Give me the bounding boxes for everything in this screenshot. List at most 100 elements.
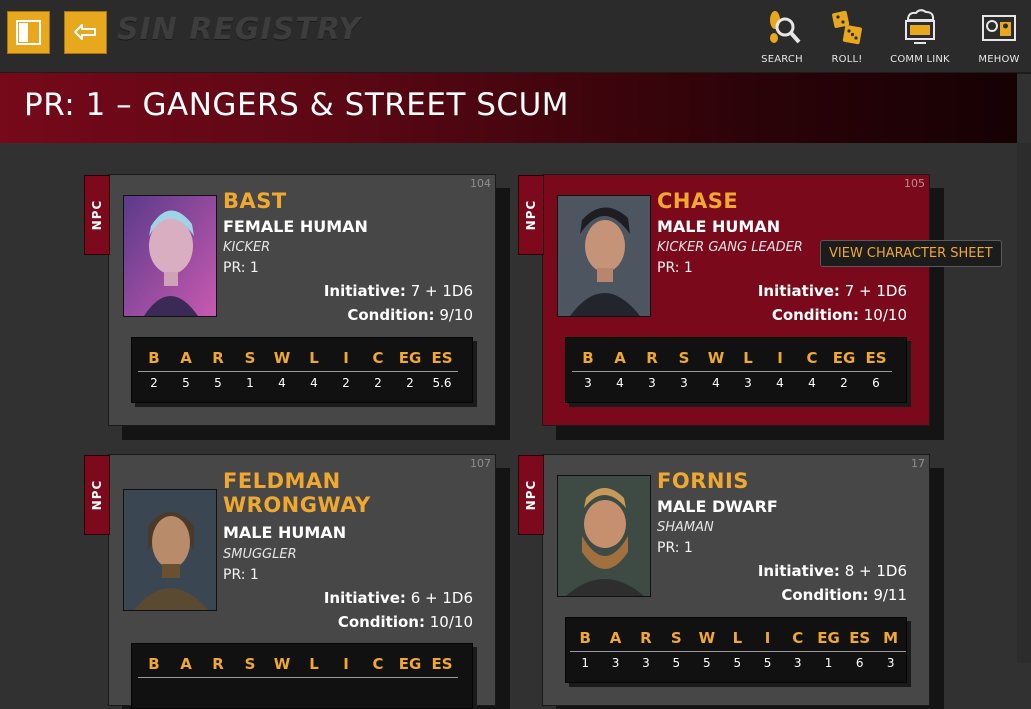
attr-value: 2 bbox=[150, 376, 158, 390]
attr-value: 4 bbox=[712, 376, 720, 390]
condition: Condition: 10/10 bbox=[771, 306, 907, 324]
nav-profile[interactable]: MEHOW bbox=[967, 8, 1031, 65]
attr-key: S bbox=[234, 345, 266, 372]
attr-value: 2 bbox=[406, 376, 414, 390]
attr-key: R bbox=[630, 625, 662, 652]
character-race: MALE HUMAN bbox=[657, 217, 781, 236]
character-name[interactable]: CHASE bbox=[657, 189, 917, 213]
attr-value: 4 bbox=[310, 376, 318, 390]
panel-icon bbox=[16, 20, 41, 45]
app-logo[interactable]: SIN REGISTRY bbox=[117, 12, 361, 47]
attr-key: B bbox=[138, 651, 170, 678]
attr-key: B bbox=[138, 345, 170, 372]
initiative: Initiative: 8 + 1D6 bbox=[757, 562, 907, 580]
portrait[interactable] bbox=[123, 195, 217, 317]
portrait[interactable] bbox=[557, 475, 651, 597]
attr-key: EG bbox=[394, 651, 426, 678]
scrollbar[interactable] bbox=[1017, 143, 1031, 663]
nav-comm-link-label: COMM LINK bbox=[890, 54, 950, 65]
condition: Condition: 10/10 bbox=[337, 613, 473, 631]
attr-key: EG bbox=[812, 625, 845, 652]
attr-key: I bbox=[764, 345, 796, 372]
attr-value: 2 bbox=[342, 376, 350, 390]
attr-key: I bbox=[330, 651, 362, 678]
comm-link-icon bbox=[905, 9, 935, 44]
attr-key: L bbox=[722, 625, 753, 652]
initiative: Initiative: 7 + 1D6 bbox=[757, 282, 907, 300]
attr-key: A bbox=[170, 651, 202, 678]
character-race: MALE DWARF bbox=[657, 497, 778, 516]
initiative: Initiative: 6 + 1D6 bbox=[323, 589, 473, 607]
npc-card[interactable]: NPC 104 BAST FEMALE HUMAN KICKER PR: 1 I… bbox=[84, 174, 496, 426]
attr-key: W bbox=[691, 625, 723, 652]
attr-key: ES bbox=[426, 651, 458, 678]
attr-value: 2 bbox=[374, 376, 382, 390]
dice-icon bbox=[832, 10, 862, 45]
attr-key: A bbox=[600, 625, 631, 652]
attr-value: 3 bbox=[744, 376, 752, 390]
portrait[interactable] bbox=[123, 489, 217, 611]
attr-key: EG bbox=[828, 345, 860, 372]
nav-search[interactable]: SEARCH bbox=[750, 8, 814, 65]
attr-key: W bbox=[266, 345, 298, 372]
initiative: Initiative: 7 + 1D6 bbox=[323, 282, 473, 300]
arrow-left-icon bbox=[74, 24, 96, 40]
condition: Condition: 9/11 bbox=[781, 586, 907, 604]
attribute-table: B A R S W L I C EG ES 2 5 5 1 4 4 2 2 2 5.6 bbox=[131, 337, 473, 403]
npc-badge: NPC bbox=[518, 455, 544, 535]
attr-key: A bbox=[604, 345, 636, 372]
attr-key: A bbox=[170, 345, 202, 372]
character-role: SHAMAN bbox=[657, 520, 714, 535]
attr-key: C bbox=[782, 625, 813, 652]
attr-key: EG bbox=[394, 345, 426, 372]
attr-value: 3 bbox=[584, 376, 592, 390]
attr-key: I bbox=[330, 345, 362, 372]
nav-profile-label: MEHOW bbox=[978, 54, 1020, 65]
character-name[interactable]: BAST bbox=[223, 189, 483, 213]
character-race: FEMALE HUMAN bbox=[223, 217, 368, 236]
character-race: MALE HUMAN bbox=[223, 523, 347, 542]
attr-key: I bbox=[752, 625, 783, 652]
character-name[interactable]: FELDMAN WRONGWAY bbox=[223, 469, 483, 517]
attr-key: ES bbox=[860, 345, 892, 372]
npc-card[interactable]: NPC 17 FORNIS MALE DWARF SHAMAN PR: 1 In… bbox=[518, 454, 930, 706]
npc-badge: NPC bbox=[84, 175, 110, 255]
sidebar-toggle-button[interactable] bbox=[7, 11, 50, 54]
attr-key: R bbox=[636, 345, 668, 372]
attr-key: W bbox=[266, 651, 298, 678]
character-name[interactable]: FORNIS bbox=[657, 469, 917, 493]
character-pr: PR: 1 bbox=[223, 567, 259, 583]
attr-value: 4 bbox=[776, 376, 784, 390]
page-title: PR: 1 – GANGERS & STREET SCUM bbox=[24, 87, 570, 123]
attr-key: S bbox=[234, 651, 266, 678]
character-pr: PR: 1 bbox=[657, 260, 693, 276]
attribute-table: B A R S W L I C EG ES bbox=[131, 643, 473, 709]
nav-search-label: SEARCH bbox=[761, 54, 803, 65]
attr-value: 3 bbox=[680, 376, 688, 390]
attr-value: 6 bbox=[872, 376, 880, 390]
attr-key: ES bbox=[426, 345, 458, 372]
character-pr: PR: 1 bbox=[223, 260, 259, 276]
nav-comm-link[interactable]: COMM LINK bbox=[888, 8, 952, 65]
attribute-table: B A R S W L I C EG ES 3 4 3 3 4 3 4 4 2 6 bbox=[565, 337, 907, 403]
attr-key: C bbox=[362, 651, 394, 678]
attribute-table: B A R S W L I C EG ES M 13355553163 bbox=[565, 617, 907, 683]
attr-key: B bbox=[572, 345, 604, 372]
attr-key: R bbox=[202, 345, 234, 372]
top-bar: SIN REGISTRY SEARCH ROLL! COMM LINK MEHO… bbox=[0, 0, 1031, 74]
portrait[interactable] bbox=[557, 195, 651, 317]
attr-value: 3 bbox=[648, 376, 656, 390]
attr-key: S bbox=[668, 345, 700, 372]
attr-value: 5 bbox=[182, 376, 190, 390]
back-button[interactable] bbox=[64, 11, 107, 54]
npc-badge: NPC bbox=[84, 455, 110, 535]
character-role: SMUGGLER bbox=[223, 547, 297, 562]
npc-card[interactable]: NPC 107 FELDMAN WRONGWAY MALE HUMAN SMUGG… bbox=[84, 454, 496, 709]
nav-roll[interactable]: ROLL! bbox=[815, 8, 879, 65]
attr-key: L bbox=[732, 345, 764, 372]
profile-icon bbox=[982, 15, 1016, 41]
npc-card[interactable]: NPC 105 CHASE MALE HUMAN KICKER GANG LEA… bbox=[518, 174, 930, 426]
attr-value: 5.6 bbox=[432, 376, 452, 390]
view-character-sheet-tooltip[interactable]: VIEW CHARACTER SHEET bbox=[820, 240, 1002, 267]
attr-value: 1 bbox=[246, 376, 254, 390]
